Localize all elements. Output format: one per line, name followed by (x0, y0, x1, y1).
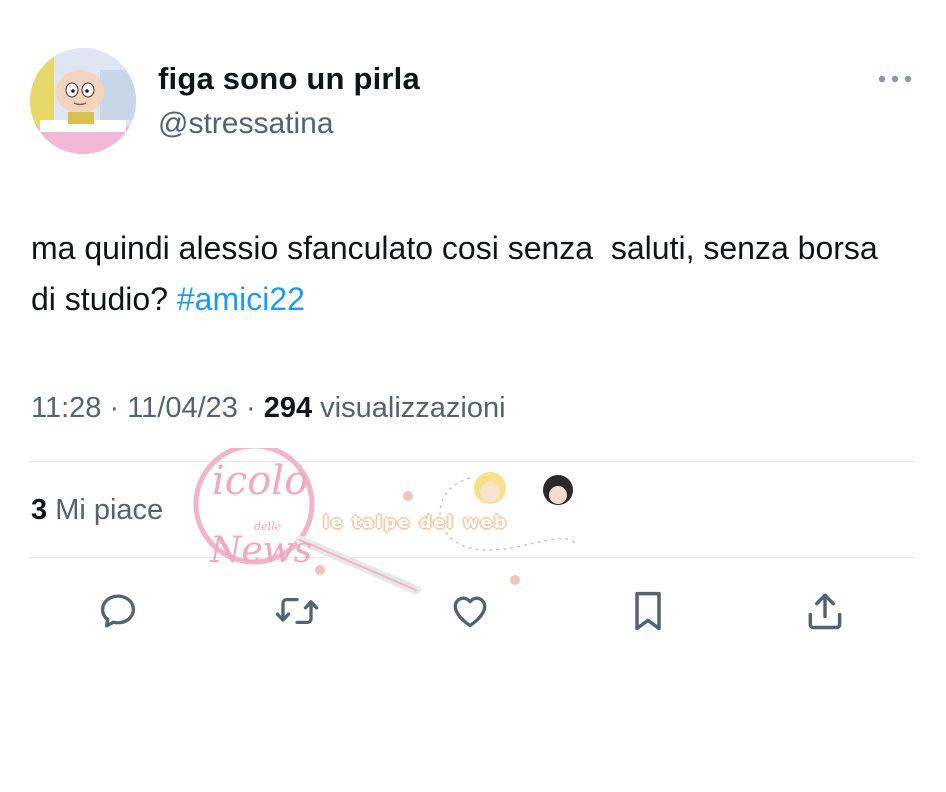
meta-separator: · (237, 392, 264, 424)
more-dots-icon (878, 75, 912, 83)
views-count: 294 (263, 392, 313, 424)
author-display-name[interactable]: figa sono un pirla (158, 61, 420, 97)
likes-summary[interactable]: 3 Mi piace (31, 494, 163, 527)
watermark-text: icolo (212, 458, 309, 504)
divider (30, 557, 916, 558)
likes-label: Mi piace (55, 494, 164, 526)
retweet-icon (275, 597, 319, 625)
watermark-text: News (210, 530, 313, 571)
tweet-text: ma quindi alessio sfanculato cosi senza … (31, 223, 911, 325)
bookmark-button[interactable] (625, 588, 671, 634)
tweet-meta: 11:28 · 11/04/23 · 294 visualizzazioni (31, 392, 506, 425)
avatar[interactable] (30, 48, 136, 154)
heart-icon (453, 596, 487, 628)
tweet-date[interactable]: 11/04/23 (127, 392, 238, 424)
author-handle[interactable]: @stressatina (158, 107, 334, 141)
reply-icon (100, 594, 136, 628)
divider (30, 461, 916, 462)
cartoon-baby-avatar-icon (30, 48, 136, 154)
views-label: visualizzazioni (320, 392, 506, 424)
retweet-button[interactable] (274, 588, 320, 634)
more-options-button[interactable] (872, 62, 918, 96)
meta-separator: · (101, 392, 128, 424)
tweet-time[interactable]: 11:28 (31, 392, 101, 424)
hashtag-link[interactable]: #amici22 (177, 281, 305, 317)
likes-count: 3 (31, 494, 48, 526)
watermark-bubble-text: le talpe del web (323, 513, 509, 533)
bookmark-icon (635, 591, 661, 631)
like-button[interactable] (447, 588, 493, 634)
tweet-body: ma quindi alessio sfanculato cosi senza … (31, 230, 887, 317)
reply-button[interactable] (95, 588, 141, 634)
share-icon (808, 593, 842, 630)
share-button[interactable] (802, 588, 848, 634)
